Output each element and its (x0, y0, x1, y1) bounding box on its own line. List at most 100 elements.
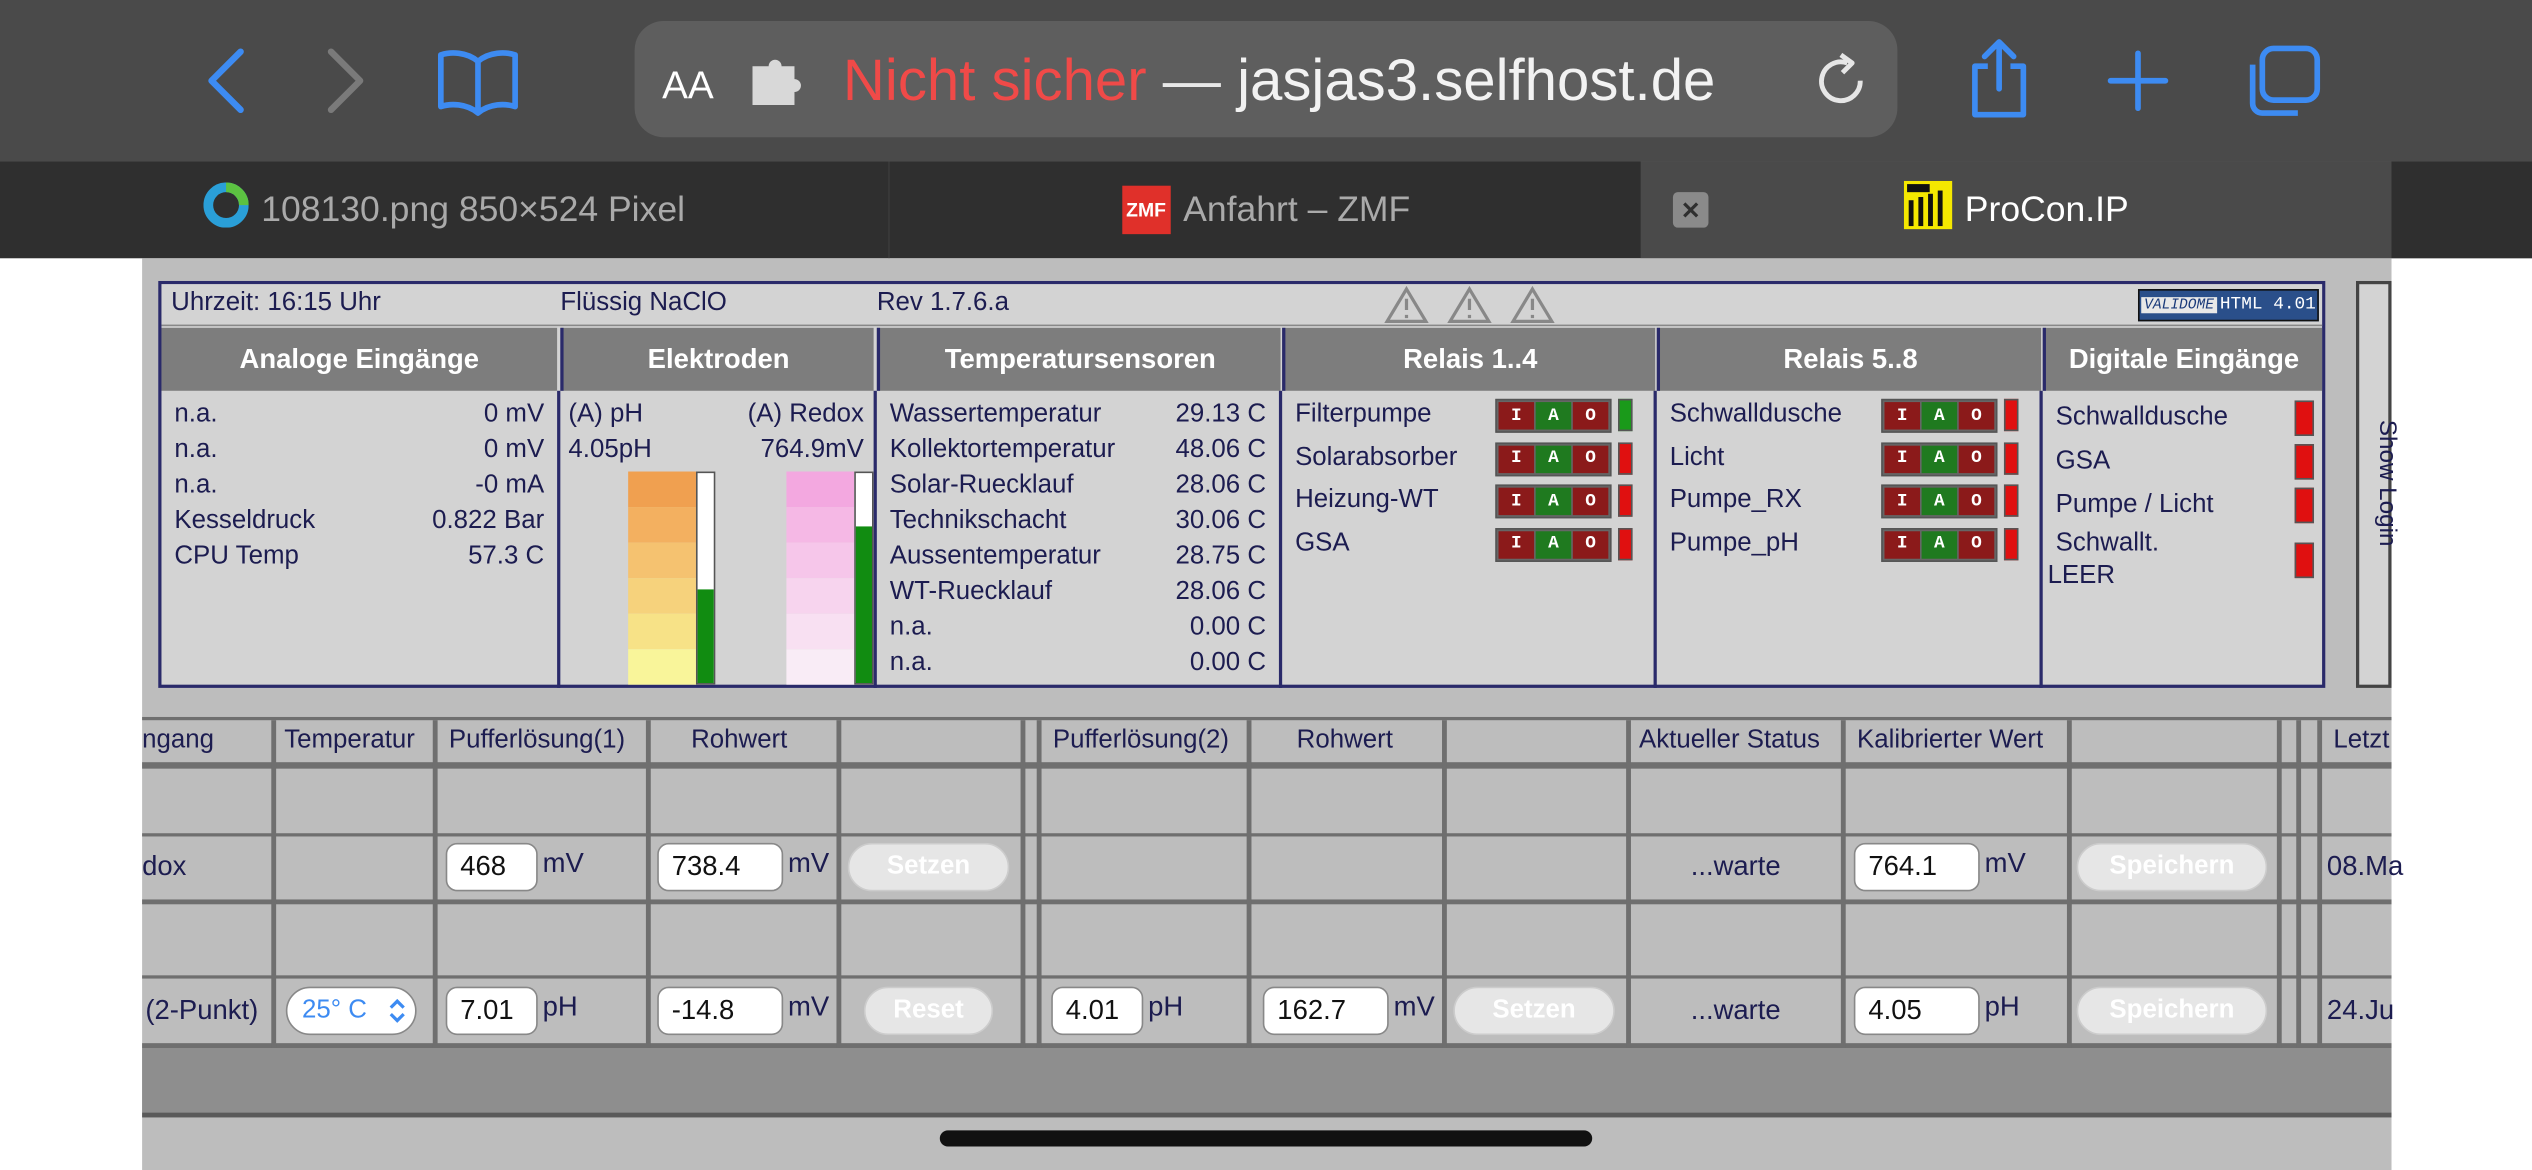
temperature-label: Kollektortemperatur (889, 435, 1116, 464)
temperature-value: 28.06 C (1175, 471, 1267, 499)
relay-mode-o-button[interactable]: O (1572, 444, 1609, 473)
table-column-separator (2317, 720, 2323, 1049)
redox-calibrated-unit: mV (1984, 847, 2026, 879)
redox-color-scale (786, 471, 855, 685)
relay-label: Pumpe_RX (1669, 486, 1802, 514)
relay-mode-a-button[interactable]: A (1921, 530, 1958, 558)
relay-mode-switch[interactable]: IAO (1881, 484, 1998, 519)
close-tab-icon[interactable] (1672, 192, 1709, 228)
redox-buffer1-input[interactable]: 468 (445, 842, 538, 892)
relay-mode-a-button[interactable]: A (1535, 402, 1572, 430)
extension-icon[interactable] (746, 53, 807, 111)
redox-status: ...warte (1690, 850, 1781, 882)
relay-mode-a-button[interactable]: A (1921, 444, 1958, 473)
forward-icon[interactable] (310, 40, 381, 121)
ph-raw1-input[interactable]: -14.8 (657, 986, 784, 1036)
relay-mode-switch[interactable]: IAO (1495, 398, 1612, 433)
relay-mode-i-button[interactable]: I (1498, 402, 1535, 430)
relay-mode-o-button[interactable]: O (1572, 487, 1609, 516)
relay-status-led (1618, 527, 1633, 560)
relay-mode-a-button[interactable]: A (1921, 402, 1958, 430)
tab-procon[interactable]: ProCon.IP (1640, 161, 2392, 259)
relay-mode-switch[interactable]: IAO (1495, 527, 1612, 562)
analog-label: n.a. (174, 471, 218, 499)
relay-mode-a-button[interactable]: A (1535, 530, 1572, 558)
url-dash: — (1162, 46, 1221, 114)
relay-mode-switch[interactable]: IAO (1495, 484, 1612, 519)
ph-reset-button[interactable]: Reset (863, 986, 994, 1036)
relay-label: GSA (1295, 528, 1350, 557)
relay-mode-i-button[interactable]: I (1498, 530, 1535, 558)
reader-options-button[interactable]: AA (662, 45, 733, 116)
redox-calibrated-input[interactable]: 764.1 (1853, 842, 1980, 892)
temperature-value: 48.06 C (1175, 435, 1267, 464)
col-header-buffer1: Pufferlösung(1) (448, 726, 626, 755)
digital-led (2294, 444, 2315, 480)
url-text[interactable]: Nicht sicher — jasjas3.selfhost.de (843, 44, 1715, 118)
ph-save-button[interactable]: Speichern (2076, 986, 2268, 1036)
relay-mode-switch[interactable]: IAO (1881, 441, 1998, 476)
ph-buffer1-input[interactable]: 7.01 (445, 986, 538, 1036)
ph-set-button[interactable]: Setzen (1453, 986, 1615, 1036)
col-header-raw2: Rohwert (1296, 726, 1393, 755)
ph-calibrated-input[interactable]: 4.05 (1853, 986, 1980, 1036)
relay-status-led (2003, 441, 2019, 474)
relay-mode-a-button[interactable]: A (1535, 487, 1572, 516)
analog-value: 0 mV (483, 400, 545, 428)
digital-section: Schwalldusche GSA Pumpe / Licht Schwallt… (2043, 391, 2322, 688)
relay-mode-a-button[interactable]: A (1535, 444, 1572, 473)
relay-mode-i-button[interactable]: I (1884, 444, 1920, 473)
relay-status-led (1618, 484, 1633, 517)
share-icon[interactable] (1960, 36, 2038, 123)
redox-save-button[interactable]: Speichern (2076, 842, 2268, 892)
relay-mode-switch[interactable]: IAO (1881, 398, 1998, 433)
status-line: Uhrzeit: 16:15 Uhr Flüssig NaClO Rev 1.7… (161, 284, 2323, 327)
reload-icon[interactable] (1805, 45, 1876, 116)
bookmarks-icon[interactable] (430, 40, 527, 121)
analog-label: Kesseldruck (174, 507, 316, 535)
relay-mode-o-button[interactable]: O (1572, 402, 1609, 430)
digital-header: Digitale Eingänge (2042, 327, 2323, 391)
relay-mode-o-button[interactable]: O (1958, 487, 1995, 516)
relay-label: Licht (1669, 443, 1725, 471)
relay-mode-i-button[interactable]: I (1498, 487, 1535, 516)
ph-raw2-unit: mV (1393, 991, 1435, 1023)
relay-mode-i-button[interactable]: I (1884, 530, 1920, 558)
relay-mode-switch[interactable]: IAO (1495, 441, 1612, 476)
relay-mode-o-button[interactable]: O (1958, 530, 1995, 558)
relay-mode-i-button[interactable]: I (1498, 444, 1535, 473)
ph-raw2-input[interactable]: 162.7 (1262, 986, 1389, 1036)
validator-badge[interactable]: VALIDOME HTML 4.01 (2137, 289, 2319, 322)
temp-select[interactable]: 25° C (285, 986, 417, 1036)
home-indicator[interactable] (939, 1130, 1593, 1147)
relay-mode-i-button[interactable]: I (1884, 402, 1920, 430)
warning-icon (1384, 285, 1429, 333)
ph-buffer2-input[interactable]: 4.01 (1051, 986, 1144, 1036)
relay-mode-o-button[interactable]: O (1958, 444, 1995, 473)
col-header-input: ngang (142, 726, 214, 755)
temperature-section: Wassertemperatur 29.13 C Kollektortemper… (877, 390, 1283, 688)
temperature-label: n.a. (889, 649, 933, 677)
temperature-label: WT-Ruecklauf (889, 578, 1052, 606)
ph-level-bar (695, 471, 716, 685)
col-header-status: Aktueller Status (1639, 726, 1820, 755)
new-tab-icon[interactable] (2099, 42, 2177, 120)
tab-zmf[interactable]: ZMF Anfahrt – ZMF (891, 161, 1640, 258)
validator-label: HTML 4.01 (2219, 295, 2316, 315)
relay-mode-switch[interactable]: IAO (1881, 527, 1998, 562)
table-column-separator (1036, 720, 1042, 1049)
ph-buffer2-unit: pH (1148, 991, 1184, 1023)
tabs-overview-icon[interactable] (2241, 39, 2325, 123)
relay-mode-i-button[interactable]: I (1884, 487, 1920, 516)
tab-image[interactable]: 108130.png 850×524 Pixel (0, 161, 890, 259)
redox-set-button[interactable]: Setzen (847, 842, 1010, 892)
show-login-button[interactable]: Show Login (2355, 280, 2401, 688)
relay-label: Heizung-WT (1295, 486, 1439, 514)
back-icon[interactable] (191, 40, 262, 121)
relay-mode-o-button[interactable]: O (1958, 402, 1995, 430)
tab-bar: 108130.png 850×524 Pixel ZMF Anfahrt – Z… (0, 161, 2532, 259)
relay-mode-a-button[interactable]: A (1921, 487, 1958, 516)
digital-label: Schwalldusche (2055, 403, 2228, 432)
redox-raw1-input[interactable]: 738.4 (657, 842, 784, 892)
relay-mode-o-button[interactable]: O (1572, 530, 1609, 558)
